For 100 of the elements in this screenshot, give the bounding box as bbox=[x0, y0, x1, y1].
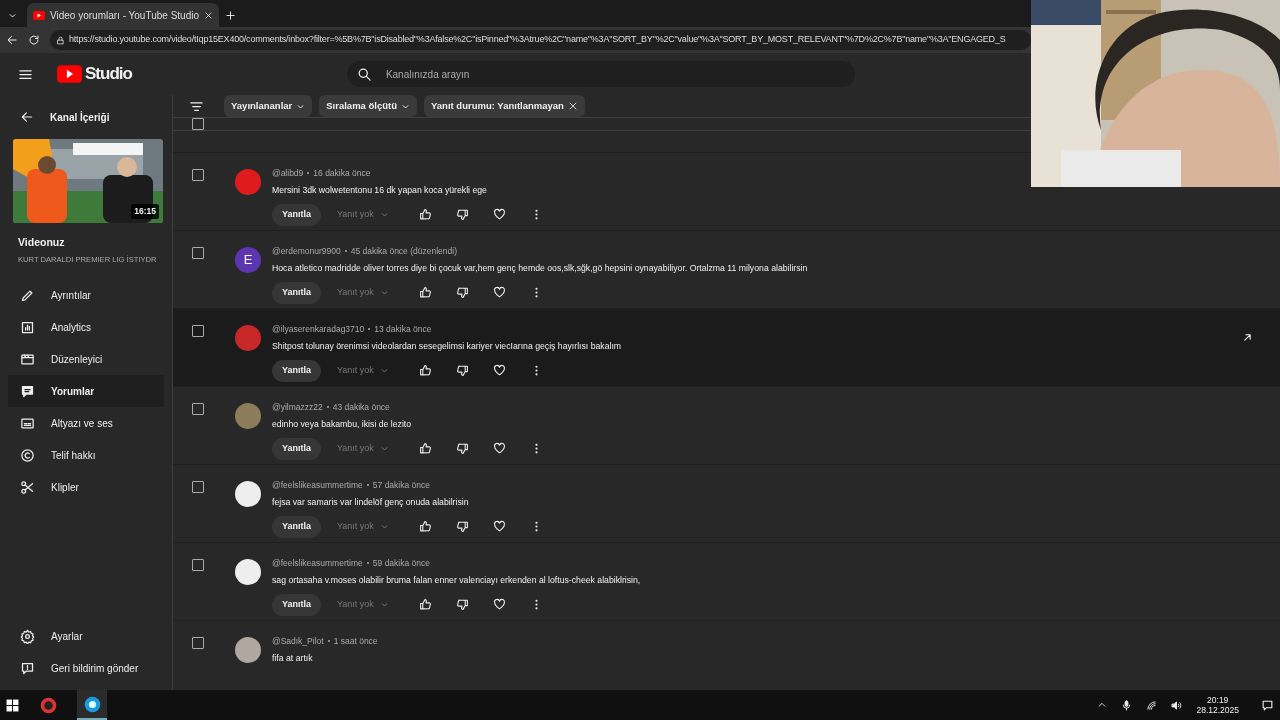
bar-chart-icon bbox=[20, 319, 35, 335]
wifi-icon[interactable] bbox=[1146, 699, 1158, 711]
filter-chip[interactable]: Sıralama ölçütü bbox=[319, 95, 417, 117]
search-icon bbox=[356, 66, 372, 82]
comment-time: 59 dakika önce bbox=[372, 557, 430, 570]
sidebar-item[interactable]: Ayrıntılar bbox=[8, 279, 164, 312]
close-icon[interactable] bbox=[204, 10, 213, 20]
reply-button[interactable]: Yanıtla bbox=[272, 593, 321, 616]
play-logo-icon bbox=[33, 10, 45, 20]
reply-button[interactable]: Yanıtla bbox=[272, 437, 321, 460]
filter-chip[interactable]: Yanıt durumu: Yanıtlanmayan bbox=[424, 95, 585, 117]
sidebar-item[interactable]: Altyazı ve ses bbox=[8, 407, 164, 440]
heart-icon[interactable] bbox=[493, 520, 506, 534]
thumbs-down-icon[interactable] bbox=[456, 364, 469, 378]
sidebar-item[interactable]: Geri bildirim gönder bbox=[8, 652, 164, 684]
back-arrow-icon[interactable] bbox=[20, 110, 34, 124]
comment-author[interactable]: @Sadık_Pilot bbox=[272, 635, 324, 648]
avatar[interactable]: E bbox=[235, 247, 261, 273]
comment-checkbox[interactable] bbox=[192, 247, 204, 259]
browser-app-icon[interactable] bbox=[83, 695, 101, 713]
thumbs-up-icon[interactable] bbox=[419, 520, 432, 534]
thumbs-up-icon[interactable] bbox=[419, 442, 432, 456]
chevron-up-icon[interactable] bbox=[1097, 700, 1108, 710]
comment-text: edinho veya bakambu, ikisi de lezito bbox=[272, 417, 413, 431]
volume-icon[interactable] bbox=[1171, 699, 1183, 711]
studio-logo[interactable]: Studio bbox=[57, 61, 132, 87]
clapperboard-icon bbox=[20, 351, 35, 367]
comment-text: Mersini 3dk wolwetentonu 16 dk yapan koca yürekli ege bbox=[272, 183, 488, 197]
new-tab-icon[interactable] bbox=[225, 9, 236, 21]
comment-checkbox[interactable] bbox=[192, 403, 204, 415]
notification-icon[interactable] bbox=[1261, 699, 1274, 713]
select-all-checkbox[interactable] bbox=[192, 118, 204, 130]
close-icon[interactable] bbox=[567, 101, 578, 111]
comment-author[interactable]: @alibd9 bbox=[272, 167, 304, 180]
thumbs-down-icon[interactable] bbox=[456, 520, 469, 534]
address-bar[interactable]: https://studio.youtube.com/video/tIqp15EX400/comments/inbox?filter=%5B%7B"isDisabled"%3Afalse%2C"isPinned"%3Atrue%2C"name"%3A"SORT_BY"%2C"value"%3A"SORT_BY_MOST_RELEVANT"%7D%2C%7B"name"%3A"ENGAGED_S bbox=[50, 30, 1031, 50]
comment-time: 45 dakika önce (düzenlendi) bbox=[350, 245, 457, 258]
reply-button[interactable]: Yanıtla bbox=[272, 515, 321, 538]
comment-author[interactable]: @feelslikeasummertime bbox=[272, 557, 363, 570]
heart-icon[interactable] bbox=[493, 364, 506, 378]
app-icon[interactable] bbox=[39, 696, 57, 714]
comment-text: fejsa var samaris var lindelöf genç onuda alabilrisin bbox=[272, 495, 470, 509]
subtitles-icon bbox=[20, 415, 35, 431]
comment-author[interactable]: @ilyaserenkaradag3710 bbox=[272, 323, 365, 336]
comment-checkbox[interactable] bbox=[192, 481, 204, 493]
comment-author[interactable]: @feelslikeasummertime bbox=[272, 479, 363, 492]
comment-checkbox[interactable] bbox=[192, 637, 204, 649]
comment-text: sag ortasaha v.moses olabilir bruma falan enner valenciayı erkenden al loftus-cheek alabiklrisin, bbox=[272, 573, 641, 587]
thumbs-down-icon[interactable] bbox=[456, 286, 469, 300]
clock-date[interactable]: 28.12.2025 bbox=[1196, 705, 1239, 716]
heart-icon[interactable] bbox=[493, 442, 506, 456]
comment-checkbox[interactable] bbox=[192, 169, 204, 181]
settings-icon bbox=[20, 628, 35, 644]
thumbs-up-icon[interactable] bbox=[419, 286, 432, 300]
reply-button[interactable]: Yanıtla bbox=[272, 281, 321, 304]
replies-dropdown[interactable]: Yanıt yok bbox=[337, 364, 409, 378]
sidebar-item[interactable]: Yorumlar bbox=[8, 375, 164, 408]
comment-author[interactable]: @erdemonur9900 bbox=[272, 245, 341, 258]
comment-time: 1 saat önce bbox=[333, 635, 378, 648]
browser-tab[interactable]: Video yorumları - YouTube Studio bbox=[27, 3, 219, 27]
sidebar-item[interactable]: Düzenleyici bbox=[8, 343, 164, 376]
duration-badge: 16:15 bbox=[131, 204, 159, 219]
comment-text: Hoca atletico madridde oliver torres diye bi çocuk var,hem genç hemde oos,slk,sğk,gö hepsini oynayabiliyor. Ortalzma 11 milyona alabilirsin bbox=[272, 261, 808, 275]
thumbs-down-icon[interactable] bbox=[456, 442, 469, 456]
back-icon[interactable] bbox=[6, 34, 18, 46]
windows-icon[interactable] bbox=[6, 698, 19, 712]
avatar[interactable] bbox=[235, 637, 261, 663]
search-bar[interactable]: Kanalınızda arayın bbox=[346, 61, 855, 87]
thumbs-down-icon[interactable] bbox=[456, 598, 469, 612]
comment-time: 16 dakika önce bbox=[313, 167, 371, 180]
sidebar-item[interactable]: Ayarlar bbox=[8, 620, 164, 652]
thumbs-up-icon[interactable] bbox=[419, 364, 432, 378]
comment-checkbox[interactable] bbox=[192, 325, 204, 337]
heart-icon[interactable] bbox=[493, 208, 506, 222]
comment-time: 43 dakika önce bbox=[332, 401, 390, 414]
copyright-icon bbox=[20, 447, 35, 463]
heart-icon[interactable] bbox=[493, 598, 506, 612]
reply-button[interactable]: Yanıtla bbox=[272, 359, 321, 382]
comment-author[interactable]: @yilmazzz22 bbox=[272, 401, 323, 414]
thumbs-down-icon[interactable] bbox=[456, 208, 469, 222]
thumbs-up-icon[interactable] bbox=[419, 598, 432, 612]
avatar[interactable] bbox=[235, 559, 261, 585]
search-input[interactable]: Kanalınızda arayın bbox=[383, 65, 845, 83]
filter-chip[interactable]: Yayınlananlar bbox=[224, 95, 313, 117]
microphone-icon[interactable] bbox=[1121, 699, 1133, 711]
lock-icon bbox=[56, 35, 65, 45]
channel-content-link[interactable]: Kanal İçeriği bbox=[50, 109, 110, 125]
avatar[interactable] bbox=[235, 481, 261, 507]
comment-text: Shitpost tolunay örenimsi videolardan sesegelimsi kariyer viecIarına geçiş hayırlısı bakalım bbox=[272, 339, 622, 353]
comment-checkbox[interactable] bbox=[192, 559, 204, 571]
reply-button[interactable]: Yanıtla bbox=[272, 203, 321, 226]
sidebar-item[interactable]: Klipler bbox=[8, 471, 164, 504]
heart-icon[interactable] bbox=[493, 286, 506, 300]
thumbs-up-icon[interactable] bbox=[419, 208, 432, 222]
comment-text: fifa at artık bbox=[272, 651, 314, 665]
sidebar-item[interactable]: Analytics bbox=[8, 311, 164, 344]
video-label: Videonuz bbox=[18, 235, 66, 250]
reload-icon[interactable] bbox=[28, 34, 40, 46]
clock-time[interactable]: 20:19 bbox=[1207, 694, 1229, 705]
sidebar-item[interactable]: Telif hakkı bbox=[8, 439, 164, 472]
